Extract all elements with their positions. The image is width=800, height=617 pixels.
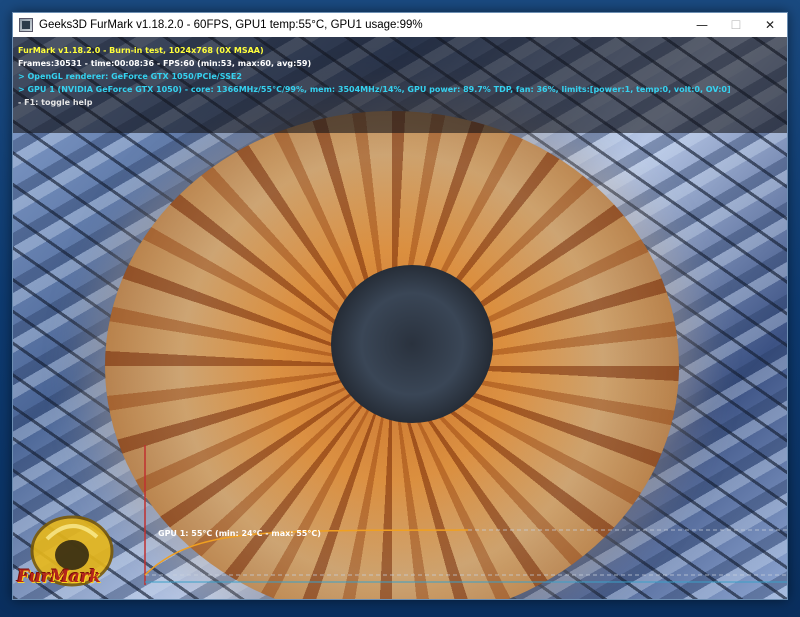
furmark-logo-text: FurMark [17, 567, 101, 587]
render-viewport[interactable]: FurMark v1.18.2.0 - Burn-in test, 1024x7… [13, 37, 787, 599]
minimize-button[interactable]: — [685, 13, 719, 37]
close-button[interactable]: ✕ [753, 13, 787, 37]
maximize-button[interactable]: ☐ [719, 13, 753, 37]
app-icon[interactable] [19, 18, 33, 32]
window-controls: — ☐ ✕ [685, 13, 787, 37]
temperature-graph [144, 445, 787, 585]
window-title: Geeks3D FurMark v1.18.2.0 - 60FPS, GPU1 … [39, 19, 423, 31]
furmark-window: Geeks3D FurMark v1.18.2.0 - 60FPS, GPU1 … [12, 12, 788, 600]
title-bar[interactable]: Geeks3D FurMark v1.18.2.0 - 60FPS, GPU1 … [13, 13, 787, 37]
temperature-label: GPU 1: 55°C (min: 24°C - max: 55°C) [158, 529, 321, 538]
